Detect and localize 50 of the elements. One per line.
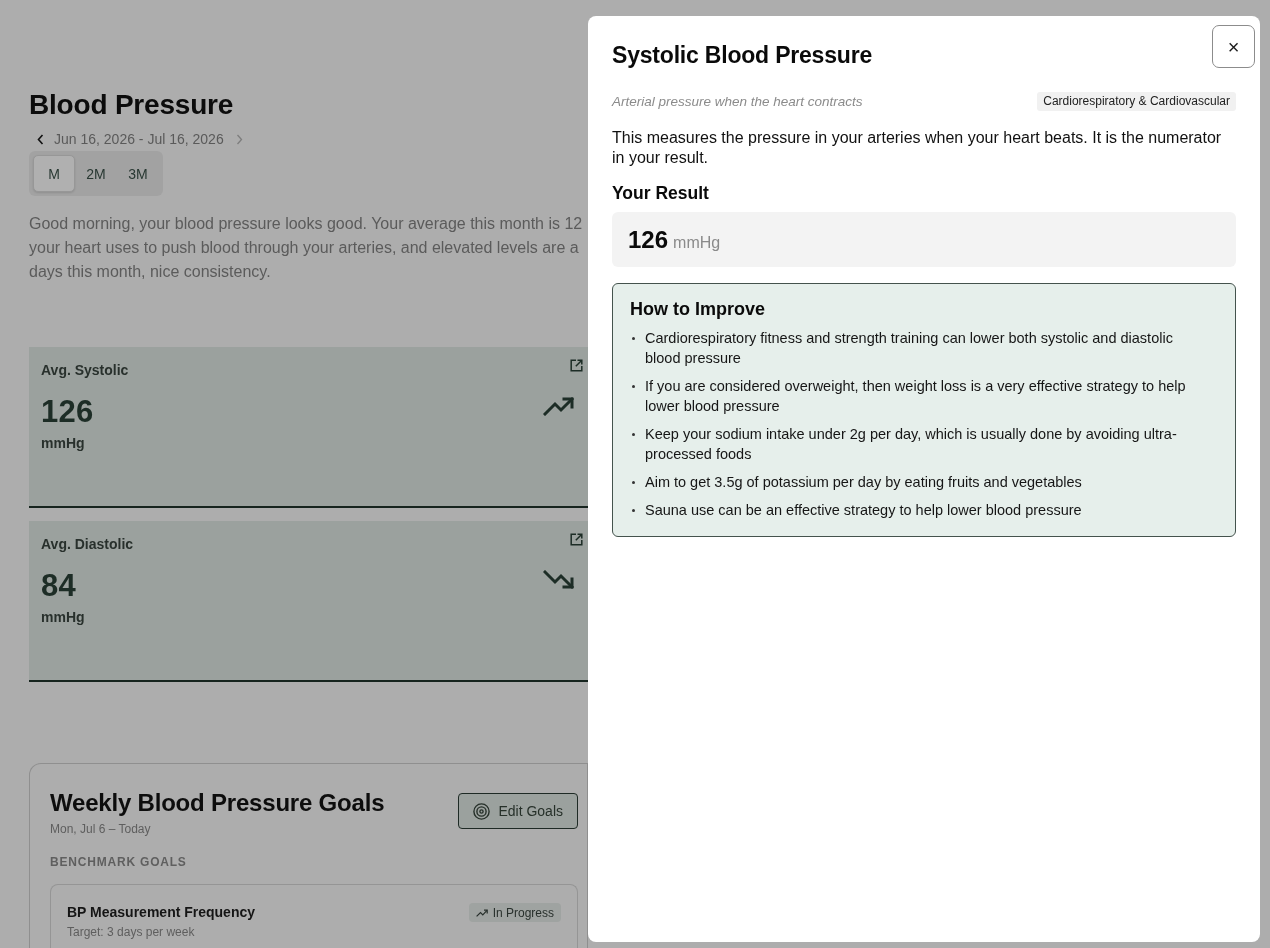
bullet-icon <box>632 433 635 436</box>
trend-up-icon <box>475 908 488 917</box>
improve-title: How to Improve <box>630 298 765 321</box>
result-heading: Your Result <box>612 182 709 204</box>
goal-card[interactable]: BP Measurement Frequency Target: 3 days per week In Progress <box>50 884 578 948</box>
page-title: Blood Pressure <box>29 88 235 122</box>
panel-description: This measures the pressure in your arteries when your heart beats. It is the numerator in your result. <box>612 128 1223 168</box>
range-tab[interactable]: 2M <box>75 155 117 192</box>
tip-text: Keep your sodium intake under 2g per day, which is usually done by avoiding ultra-processed foods <box>645 425 1178 464</box>
metric-unit: mmHg <box>41 435 85 452</box>
goal-target: Target: 3 days per week <box>67 924 195 940</box>
result-unit: mmHg <box>673 233 721 252</box>
bullet-icon <box>632 509 635 512</box>
summary-text: Good morning, your blood pressure looks good. Your average this month is 12 <box>29 214 584 234</box>
bullet-icon <box>632 337 635 340</box>
metric-label: Avg. Systolic <box>41 362 129 379</box>
date-range: Jun 16, 2026 - Jul 16, 2026 <box>54 131 224 147</box>
panel-subtitle: Arterial pressure when the heart contracts <box>612 94 863 109</box>
status-label: In Progress <box>492 905 554 920</box>
goal-name: BP Measurement Frequency <box>67 903 256 921</box>
metric-unit: mmHg <box>41 609 85 626</box>
section-label: BENCHMARK GOALS <box>50 854 187 870</box>
range-tab[interactable]: 3M <box>117 155 159 192</box>
bullet-icon <box>632 385 635 388</box>
result-value: 126 <box>628 225 669 254</box>
chevron-left-icon[interactable] <box>37 133 44 145</box>
tip-text: Cardiorespiratory fitness and strength training can lower both systolic and diastolic blood pressure <box>645 329 1174 368</box>
metric-label: Avg. Diastolic <box>41 536 134 553</box>
tip-text: Sauna use can be an effective strategy to help lower blood pressure <box>645 501 1082 520</box>
metric-value: 126 <box>41 394 94 430</box>
category-tag: Cardiorespiratory & Cardiovascular <box>1037 92 1236 111</box>
edit-goals-button[interactable]: Edit Goals <box>458 793 578 829</box>
metric-value: 84 <box>41 568 77 604</box>
tip-text: Aim to get 3.5g of potassium per day by eating fruits and vegetables <box>645 473 1082 492</box>
metric-card[interactable]: Avg. Diastolic 84 mmHg <box>29 521 588 682</box>
range-tab[interactable]: M <box>33 155 75 192</box>
panel-title: Systolic Blood Pressure <box>612 41 872 69</box>
external-link-icon[interactable] <box>570 533 583 546</box>
tip-text: If you are considered overweight, then weight loss is a very effective strategy to help lower blood pressure <box>645 377 1187 416</box>
target-icon <box>473 802 491 820</box>
bullet-icon <box>632 481 635 484</box>
goals-period: Mon, Jul 6 – Today <box>50 821 151 837</box>
trend-down-icon <box>543 570 575 590</box>
trend-up-icon <box>543 396 575 416</box>
summary-text: your heart uses to push blood through your arteries, and elevated levels are a <box>29 238 580 258</box>
external-link-icon[interactable] <box>570 359 583 372</box>
metric-card[interactable]: Avg. Systolic 126 mmHg <box>29 347 588 508</box>
close-button[interactable]: × <box>1212 25 1255 68</box>
goals-title: Weekly Blood Pressure Goals <box>50 788 385 818</box>
summary-text: days this month, nice consistency. <box>29 262 272 282</box>
